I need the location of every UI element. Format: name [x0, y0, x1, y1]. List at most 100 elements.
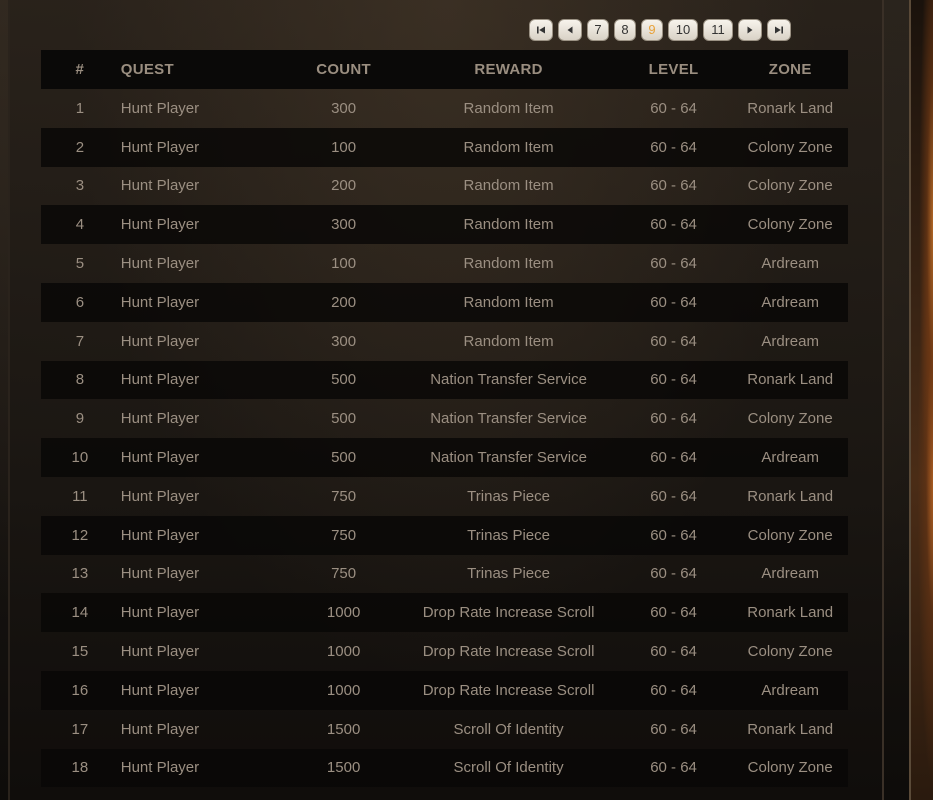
- chevron-right-icon: [747, 26, 753, 34]
- cell-level: 60 - 64: [614, 748, 733, 788]
- cell-level: 60 - 64: [650, 565, 697, 583]
- cell-num: 11: [72, 487, 88, 505]
- cell-level: 60 - 64: [650, 177, 697, 195]
- cell-count: 750: [284, 515, 403, 555]
- cell-reward: Nation Transfer Service: [402, 360, 615, 400]
- table-row: 9 Hunt Player 500 Nation Transfer Service 60…: [41, 399, 848, 438]
- cell-num: 18: [41, 748, 119, 788]
- cell-zone: Ardream: [732, 438, 848, 477]
- cell-count: 100: [331, 255, 357, 273]
- cell-quest: Hunt Player: [120, 332, 200, 350]
- cell-quest: Hunt Player: [120, 177, 200, 195]
- cell-num: 4: [41, 205, 119, 245]
- page-button-10[interactable]: 10: [668, 19, 698, 41]
- cell-quest: Hunt Player: [119, 787, 285, 800]
- cell-zone: Colony Zone: [732, 515, 848, 555]
- cell-zone: Ronark Land: [747, 720, 834, 738]
- prev-page-button[interactable]: [558, 19, 582, 41]
- table-row: 12 Hunt Player 750 Trinas Piece 60 - 64 Colon…: [41, 515, 848, 555]
- cell-zone: Colony Zone: [747, 177, 833, 195]
- table-row: 8 Hunt Player 500 Nation Transfer Service 60…: [41, 360, 848, 400]
- page: 7 8 9 10 11 # QUEST COUNT REWARD LEVEL Z…: [0, 0, 933, 800]
- cell-num: 16: [41, 670, 119, 710]
- cell-zone: Ardream: [761, 332, 819, 350]
- cell-num: 12: [41, 515, 119, 555]
- cell-num: 14: [41, 593, 119, 633]
- cell-num: 3: [75, 177, 85, 195]
- page-button-8[interactable]: 8: [614, 19, 636, 41]
- cell-num: 9: [75, 410, 85, 428]
- cell-level: 60 - 64: [614, 282, 733, 322]
- cell-zone: Colony Zone: [732, 205, 848, 245]
- cell-zone: Ronark Land: [732, 360, 848, 400]
- cell-zone: Ardream: [761, 565, 819, 583]
- table-row: 18 Hunt Player 1500 Scroll Of Identity 60 - …: [41, 748, 848, 788]
- first-page-button[interactable]: [529, 19, 553, 41]
- cell-zone: Colony Zone: [732, 127, 848, 167]
- cell-level: 60 - 64: [650, 255, 697, 273]
- table-row: 10 Hunt Player 500 Nation Transfer Service 6…: [41, 438, 848, 477]
- page-button-11[interactable]: 11: [703, 19, 733, 41]
- table-row: 11 Hunt Player 750 Trinas Piece 60 - 64 Ronar…: [41, 477, 848, 516]
- cell-reward: Scroll Of Identity: [402, 787, 614, 800]
- cell-num: 15: [71, 643, 89, 661]
- cell-reward: Random Item: [463, 255, 554, 273]
- cell-num: 19: [41, 787, 119, 800]
- cell-zone: Ardream: [732, 282, 848, 322]
- cell-num: 7: [75, 332, 85, 350]
- background-artwork-edge: [909, 0, 933, 800]
- cell-count: 100: [284, 127, 403, 167]
- cell-num: 1: [75, 99, 85, 117]
- cell-reward: Drop Rate Increase Scroll: [402, 670, 615, 710]
- cell-level: 60 - 64: [614, 127, 733, 167]
- cell-quest: Hunt Player: [118, 360, 285, 400]
- cell-reward: Random Item: [402, 127, 615, 167]
- cell-quest: Hunt Player: [118, 127, 285, 167]
- table-row: 17 Hunt Player 1500 Scroll Of Identity 60 - …: [41, 710, 848, 749]
- cell-reward: Trinas Piece: [467, 487, 550, 505]
- table-row: 16 Hunt Player 1000 Drop Rate Increase Scro…: [41, 670, 848, 710]
- cell-count: 300: [284, 205, 403, 245]
- cell-zone: Colony Zone: [747, 643, 833, 661]
- cell-count: 200: [284, 282, 403, 322]
- quest-table: # QUEST COUNT REWARD LEVEL ZONE 1 Hunt Pl…: [41, 50, 848, 800]
- cell-zone: Ardream: [732, 670, 848, 710]
- cell-count: 1500: [326, 720, 361, 738]
- cell-num: 17: [71, 720, 89, 738]
- cell-zone: Ronark Land: [732, 593, 848, 633]
- cell-quest: Hunt Player: [118, 515, 285, 555]
- chevron-left-icon: [567, 26, 573, 34]
- cell-reward: Random Item: [463, 99, 554, 117]
- last-page-button[interactable]: [767, 19, 791, 41]
- cell-count: 1500: [285, 787, 403, 800]
- header-quest: QUEST: [118, 50, 285, 89]
- cell-count: 1000: [284, 670, 403, 710]
- cell-zone: Ardream: [761, 255, 819, 273]
- cell-quest: Hunt Player: [120, 487, 200, 505]
- cell-level: 60 - 64: [650, 410, 697, 428]
- cell-num: 13: [71, 565, 89, 583]
- cell-count: 750: [331, 565, 357, 583]
- cell-count: 300: [331, 332, 357, 350]
- pagination: 7 8 9 10 11: [529, 19, 791, 41]
- cell-num: 2: [41, 127, 119, 167]
- cell-reward: Random Item: [402, 205, 615, 245]
- table-row: 2 Hunt Player 100 Random Item 60 - 64 Colony …: [41, 127, 848, 167]
- table-row: 3 Hunt Player 200 Random Item 60 - 64 Colony …: [41, 167, 848, 206]
- table-row: 5 Hunt Player 100 Random Item 60 - 64 Ardream: [41, 244, 848, 283]
- skip-first-icon: [537, 26, 545, 34]
- cell-quest: Hunt Player: [120, 565, 200, 583]
- cell-quest: Hunt Player: [120, 255, 200, 273]
- table-row: 4 Hunt Player 300 Random Item 60 - 64 Colony …: [41, 205, 848, 245]
- header-reward: REWARD: [402, 50, 615, 89]
- next-page-button[interactable]: [738, 19, 762, 41]
- page-button-9-current[interactable]: 9: [641, 19, 663, 41]
- cell-level: 60 - 64: [614, 670, 733, 710]
- cell-level: 60 - 64: [614, 515, 733, 555]
- content-panel: 7 8 9 10 11 # QUEST COUNT REWARD LEVEL Z…: [8, 0, 884, 800]
- cell-level: 60 - 64: [614, 360, 733, 400]
- page-button-7[interactable]: 7: [587, 19, 609, 41]
- cell-level: 60 - 64: [614, 438, 733, 477]
- cell-zone: Colony Zone: [747, 410, 833, 428]
- cell-reward: Nation Transfer Service: [402, 438, 615, 477]
